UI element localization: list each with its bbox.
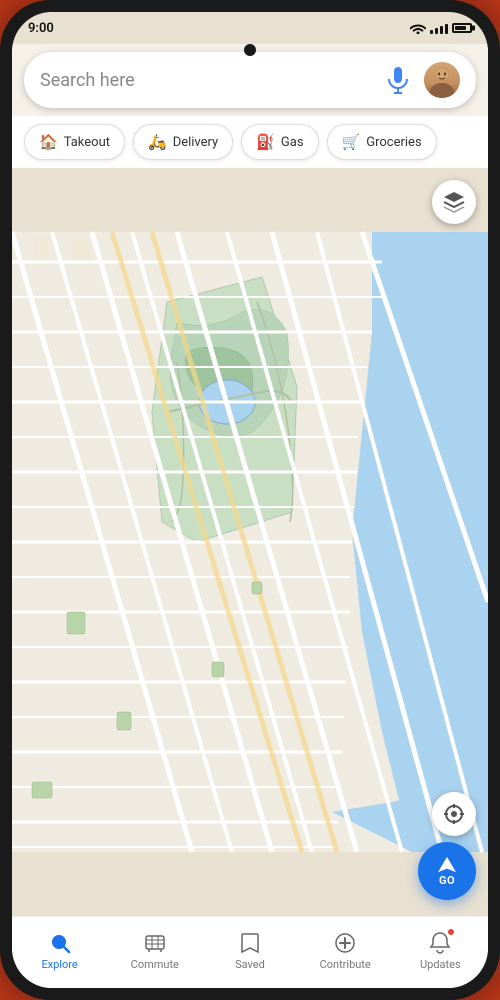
gas-icon: ⛽ [256, 133, 275, 151]
camera-notch [244, 44, 256, 56]
layers-icon [442, 190, 466, 214]
signal-icon [430, 22, 448, 34]
notification-dot [447, 928, 455, 936]
filter-takeout[interactable]: 🏠 Takeout [24, 124, 125, 160]
filter-gas[interactable]: ⛽ Gas [241, 124, 318, 160]
delivery-label: Delivery [173, 135, 219, 150]
delivery-icon: 🛵 [148, 133, 167, 151]
updates-nav-label: Updates [420, 958, 461, 971]
groceries-icon: 🛒 [342, 133, 361, 151]
navigation-arrow-icon [436, 856, 458, 874]
battery-icon [452, 23, 472, 33]
user-avatar-button[interactable] [424, 62, 460, 98]
search-placeholder: Search here [40, 70, 372, 91]
map-layers-button[interactable] [432, 180, 476, 224]
commute-nav-icon [142, 930, 168, 956]
status-bar: 9:00 [12, 12, 488, 44]
nav-contribute[interactable]: Contribute [315, 930, 375, 971]
search-bar[interactable]: Search here [24, 52, 476, 108]
avatar-icon [424, 62, 460, 98]
contribute-nav-icon [332, 930, 358, 956]
location-target-icon [442, 802, 466, 826]
saved-nav-icon [237, 930, 263, 956]
contribute-nav-label: Contribute [320, 958, 371, 971]
takeout-label: Takeout [64, 135, 110, 150]
groceries-label: Groceries [366, 135, 421, 150]
nav-explore[interactable]: Explore [30, 930, 90, 971]
map-svg [12, 168, 488, 916]
phone-frame: 9:00 [0, 0, 500, 1000]
go-button-label: GO [439, 874, 455, 887]
explore-nav-icon [47, 930, 73, 956]
takeout-icon: 🏠 [39, 133, 58, 151]
wifi-icon [410, 22, 426, 34]
phone-screen: 9:00 [12, 12, 488, 988]
filter-groceries[interactable]: 🛒 Groceries [327, 124, 437, 160]
microphone-icon [387, 66, 409, 94]
nav-saved[interactable]: Saved [220, 930, 280, 971]
status-icons [410, 22, 472, 34]
nav-commute[interactable]: Commute [125, 930, 185, 971]
status-time: 9:00 [28, 21, 54, 36]
microphone-button[interactable] [384, 66, 412, 94]
my-location-button[interactable] [432, 792, 476, 836]
nav-updates[interactable]: Updates [410, 930, 470, 971]
go-button[interactable]: GO [418, 842, 476, 900]
filter-pills: 🏠 Takeout 🛵 Delivery ⛽ Gas 🛒 Groceries [12, 116, 488, 168]
map-view[interactable]: GO [12, 168, 488, 916]
bottom-navigation: Explore Commute [12, 916, 488, 988]
filter-delivery[interactable]: 🛵 Delivery [133, 124, 233, 160]
commute-nav-label: Commute [131, 958, 179, 971]
saved-nav-label: Saved [235, 958, 265, 971]
gas-label: Gas [281, 135, 304, 150]
explore-nav-label: Explore [41, 958, 77, 971]
updates-nav-icon [427, 930, 453, 956]
